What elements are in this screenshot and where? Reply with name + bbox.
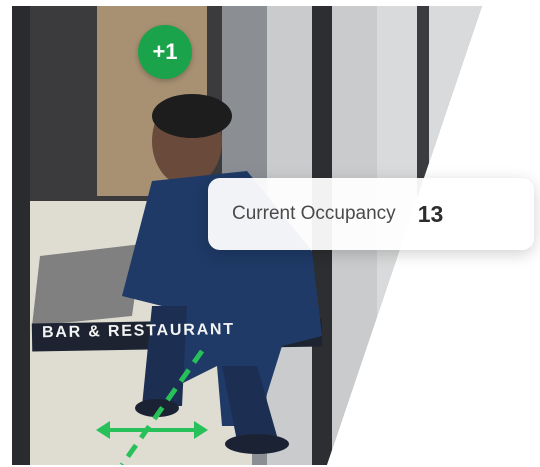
occupancy-card: Current Occupancy 13 [208,178,534,250]
entry-count-badge: +1 [138,25,192,79]
occupancy-count: 13 [417,200,444,227]
occupancy-label: Current Occupancy [232,203,396,224]
